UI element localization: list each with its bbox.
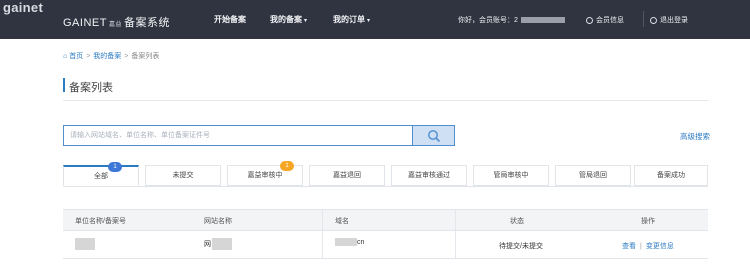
tab-bureau-returned[interactable]: 管局退回 <box>555 165 631 186</box>
tab-gainet-approved[interactable]: 嘉益审核通过 <box>391 165 467 186</box>
home-icon[interactable]: ⌂ <box>63 53 67 60</box>
cell-actions: 查看 | 变更信息 <box>622 241 674 251</box>
nav-my-orders[interactable]: 我的订单 ▾ <box>333 14 370 25</box>
nav-label: 我的订单 <box>333 15 365 24</box>
cell-unit <box>75 238 95 250</box>
cell-status: 待提交/未提交 <box>499 243 543 250</box>
column-header: 域名 <box>335 218 349 225</box>
member-info-link[interactable]: 会员信息 <box>586 15 624 25</box>
watermark: gainet <box>3 0 44 15</box>
tab-count-badge: 1 <box>280 161 294 171</box>
action-divider: | <box>640 243 642 250</box>
search-button[interactable] <box>412 125 455 146</box>
tab-label: 全部 <box>94 173 108 180</box>
tab-gainet-reviewing[interactable]: 嘉益审核中 1 <box>227 161 303 186</box>
advanced-search-link[interactable]: 高级搜索 <box>680 131 710 142</box>
breadcrumb-home[interactable]: 首页 <box>69 53 83 60</box>
logo-brand: GAINET <box>63 17 107 29</box>
tab-count-badge: 1 <box>108 162 122 172</box>
tab-all[interactable]: 全部 1 <box>63 162 139 186</box>
logout-label: 退出登录 <box>660 17 688 24</box>
cell-domain: cn <box>335 238 364 246</box>
tab-label: 嘉益退回 <box>333 172 361 179</box>
search-icon <box>428 130 441 143</box>
top-navigation-bar: gainet GAINET 嘉益 备案系统 开始备案 我的备案 ▾ 我的订单 ▾ 你好，… <box>0 0 750 39</box>
breadcrumb-separator: > <box>86 53 91 60</box>
member-info-label: 会员信息 <box>596 17 624 24</box>
masked-domain <box>335 238 357 246</box>
breadcrumb-my-filings[interactable]: 我的备案 <box>93 53 121 60</box>
power-icon <box>650 16 657 24</box>
masked-site-name <box>212 238 232 250</box>
table-row: 网 cn 待提交/未提交 查看 | 变更信息 <box>63 231 708 259</box>
logo-title: 备案系统 <box>123 17 170 29</box>
modify-info-link[interactable]: 变更信息 <box>646 243 674 250</box>
column-header: 单位名称/备案号 <box>75 218 126 225</box>
tab-label: 管局审核中 <box>493 172 529 179</box>
tab-bureau-reviewing[interactable]: 管局审核中 <box>473 165 549 186</box>
nav-my-filings[interactable]: 我的备案 ▾ <box>270 14 307 25</box>
view-link[interactable]: 查看 <box>622 243 636 250</box>
column-header: 操作 <box>641 218 655 225</box>
title-accent-bar <box>63 78 65 92</box>
user-icon <box>586 16 593 24</box>
brand-logo[interactable]: GAINET 嘉益 备案系统 <box>63 14 170 30</box>
tab-label: 未提交 <box>172 172 194 179</box>
caret-down-icon: ▾ <box>304 18 308 24</box>
tabs-baseline <box>63 186 708 187</box>
masked-account-number <box>520 17 565 24</box>
tab-gainet-returned[interactable]: 嘉益退回 <box>309 165 385 186</box>
tab-label: 管局退回 <box>579 172 607 179</box>
tab-not-submitted[interactable]: 未提交 <box>145 165 221 186</box>
tab-label: 嘉益审核通过 <box>408 172 450 179</box>
breadcrumb-separator: > <box>124 53 129 60</box>
column-header: 状态 <box>510 218 524 225</box>
search-box <box>63 125 413 146</box>
tab-filing-success[interactable]: 备案成功 <box>634 165 708 186</box>
breadcrumb: ⌂ 首页 > 我的备案 > 备案列表 <box>63 51 159 61</box>
user-account-info: 你好，会员账号：2 <box>458 15 565 25</box>
masked-unit-name <box>75 238 95 250</box>
search-input[interactable] <box>64 126 412 145</box>
nav-label: 开始备案 <box>214 15 246 24</box>
user-greeting: 你好，会员账号：2 <box>458 17 518 24</box>
header-divider <box>643 11 644 27</box>
logout-link[interactable]: 退出登录 <box>650 15 688 25</box>
column-header: 网站名称 <box>204 218 232 225</box>
cell-site-name: 网 <box>204 238 232 250</box>
breadcrumb-current: 备案列表 <box>131 53 160 60</box>
table-header: 单位名称/备案号 网站名称 域名 状态 操作 <box>63 209 708 231</box>
nav-start-filing[interactable]: 开始备案 <box>214 14 246 25</box>
nav-label: 我的备案 <box>270 15 302 24</box>
tab-label: 嘉益审核中 <box>247 172 283 179</box>
logo-small-text: 嘉益 <box>108 22 122 28</box>
page-title: 备案列表 <box>69 82 113 94</box>
title-divider <box>63 100 708 101</box>
caret-down-icon: ▾ <box>367 18 371 24</box>
tab-label: 备案成功 <box>657 172 685 179</box>
